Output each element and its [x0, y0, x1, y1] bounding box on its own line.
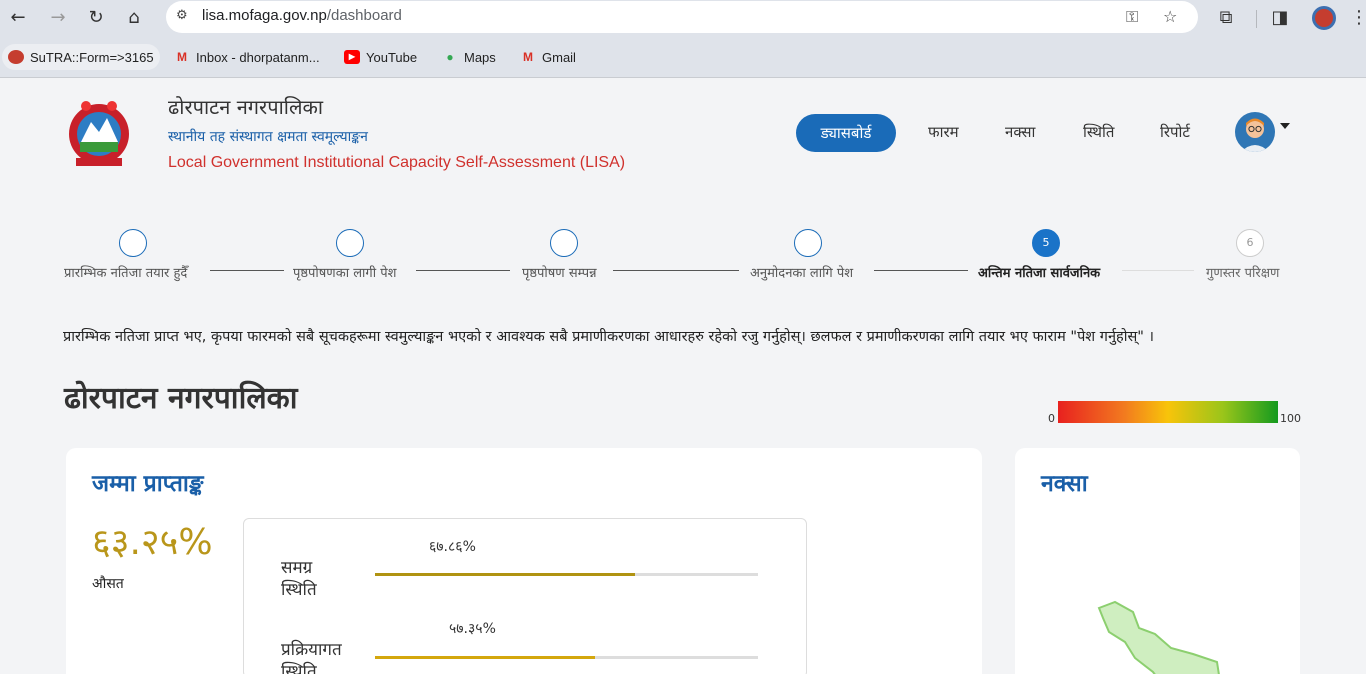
instruction-notice: प्रारम्भिक नतिजा प्राप्त भए, कृपया फारमक…	[63, 329, 1155, 345]
map-card: नक्सा	[1015, 448, 1300, 674]
nav-map[interactable]: नक्सा	[1005, 122, 1035, 142]
score-color-scale	[1058, 401, 1278, 423]
step-3-circle[interactable]	[550, 229, 578, 257]
nav-status[interactable]: स्थिति	[1083, 122, 1114, 142]
step-6-circle[interactable]: 6	[1236, 229, 1264, 257]
bookmark-youtube[interactable]: ▶ YouTube	[338, 44, 423, 70]
youtube-icon: ▶	[344, 50, 360, 64]
profile-icon[interactable]	[1312, 6, 1336, 30]
bookmark-sutra[interactable]: SuTRA::Form=>3165	[2, 44, 160, 70]
step-2-circle[interactable]	[336, 229, 364, 257]
toolbar-divider	[1256, 10, 1257, 28]
step-3-label: पृष्ठपोषण सम्पन्न	[522, 266, 597, 281]
bar-2-track	[375, 656, 758, 659]
score-card-title: जम्मा प्राप्ताङ्क	[92, 471, 204, 497]
step-4-label: अनुमोदनका लागि पेश	[750, 266, 854, 281]
step-connector	[416, 270, 510, 271]
nav-report[interactable]: रिपोर्ट	[1160, 122, 1190, 142]
step-5-label: अन्तिम नतिजा सार्वजनिक	[978, 266, 1101, 281]
bar-1-track	[375, 573, 758, 576]
bar-1-value: ६७.८६%	[429, 539, 476, 555]
step-6-label: गुणस्तर परिक्षण	[1206, 266, 1280, 281]
score-card: जम्मा प्राप्ताङ्क ६३.२५% औसत ६७.८६% समग्…	[66, 448, 982, 674]
municipality-title: ढोरपाटन नगरपालिका	[64, 381, 298, 416]
address-bar[interactable]: ⚙ lisa.mofaga.gov.np/dashboard ⚿ ☆	[166, 1, 1198, 33]
step-4-circle[interactable]	[794, 229, 822, 257]
maps-icon: ●	[446, 50, 454, 64]
bookmark-inbox[interactable]: M Inbox - dhorpatanm...	[168, 44, 326, 70]
map-card-title: नक्सा	[1041, 471, 1088, 497]
home-icon[interactable]: ⌂	[122, 6, 146, 30]
bar-1-fill	[375, 573, 635, 576]
bar-2-fill	[375, 656, 595, 659]
scale-max-label: 100	[1280, 412, 1301, 425]
bookmarks-bar: SuTRA::Form=>3165 M Inbox - dhorpatanm...…	[0, 36, 1366, 78]
municipality-map-shape[interactable]	[1095, 598, 1225, 674]
nav-form[interactable]: फारम	[928, 122, 959, 142]
url-text: lisa.mofaga.gov.np/dashboard	[202, 7, 402, 24]
step-connector	[1122, 270, 1194, 271]
org-subtitle-en: Local Government Institutional Capacity …	[168, 154, 626, 171]
star-icon[interactable]: ☆	[1163, 7, 1177, 26]
dashboard-page: ढोरपाटन नगरपालिका स्थानीय तह संस्थागत क्…	[0, 79, 1366, 674]
step-connector	[613, 270, 739, 271]
step-5-circle[interactable]: 5	[1032, 229, 1060, 257]
bookmark-maps[interactable]: ● Maps	[436, 44, 502, 70]
gmail-icon: M	[177, 50, 187, 64]
step-2-label: पृष्ठपोषणका लागी पेश	[293, 266, 397, 281]
step-1-label: प्रारम्भिक नतिजा तयार हुदैँ	[64, 266, 188, 281]
user-avatar[interactable]	[1235, 112, 1275, 152]
sutra-icon	[8, 50, 24, 64]
step-connector	[210, 270, 284, 271]
extensions-icon[interactable]: ⧉	[1214, 6, 1238, 30]
average-label: औसत	[92, 576, 124, 592]
total-score: ६३.२५%	[92, 522, 213, 563]
bookmark-gmail[interactable]: M Gmail	[514, 44, 582, 70]
reload-icon[interactable]: ↻	[84, 6, 108, 30]
org-name: ढोरपाटन नगरपालिका	[168, 95, 324, 119]
nepal-emblem-logo	[69, 101, 129, 166]
browser-toolbar: ← → ↻ ⌂ ⚙ lisa.mofaga.gov.np/dashboard ⚿…	[0, 0, 1366, 36]
forward-icon[interactable]: →	[46, 6, 70, 30]
gmail-icon: M	[523, 50, 533, 64]
step-connector	[874, 270, 968, 271]
bar-1-label: समग्र स्थिति	[281, 558, 317, 600]
bar-2-value: ५७.३५%	[449, 621, 496, 637]
side-panel-icon[interactable]: ◨	[1268, 6, 1292, 30]
step-1-circle[interactable]	[119, 229, 147, 257]
scale-min-label: 0	[1048, 412, 1055, 425]
score-breakdown-box: ६७.८६% समग्र स्थिति ५७.३५% प्रक्रियागत स…	[243, 518, 807, 674]
nav-dashboard[interactable]: ड्यासबोर्ड	[796, 114, 896, 152]
org-subtitle-np: स्थानीय तह संस्थागत क्षमता स्वमूल्याङ्कन	[168, 129, 368, 145]
key-icon[interactable]: ⚿	[1126, 7, 1138, 27]
bar-2-label: प्रक्रियागत स्थिति	[281, 640, 342, 674]
site-settings-icon[interactable]: ⚙	[176, 8, 188, 23]
avatar-dropdown-icon[interactable]	[1280, 123, 1290, 129]
menu-dots-icon[interactable]: ⋮	[1350, 6, 1366, 30]
back-icon[interactable]: ←	[6, 6, 30, 30]
